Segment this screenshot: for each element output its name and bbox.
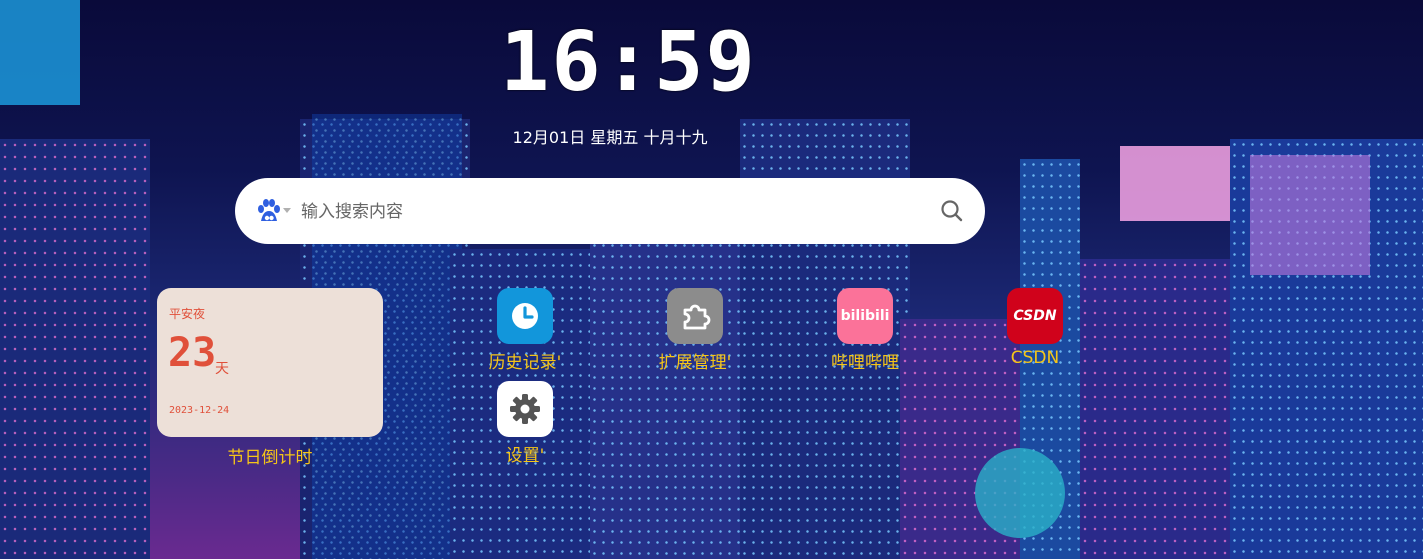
clock-icon — [497, 288, 553, 344]
app-label: CSDN — [1010, 348, 1060, 368]
days-unit: 天 — [215, 361, 229, 377]
wallpaper-building — [1080, 259, 1240, 559]
days-remaining: 23 — [168, 330, 217, 376]
holiday-date: 2023-12-24 — [169, 405, 230, 416]
countdown-label: 节日倒计时 — [227, 448, 313, 468]
csdn-logo-text: CSDN — [1013, 308, 1057, 324]
wallpaper-billboard — [0, 0, 80, 105]
holiday-name: 平安夜 — [169, 307, 206, 321]
wallpaper-sign — [975, 448, 1065, 538]
bilibili-icon: bilibili — [837, 288, 893, 344]
search-bar[interactable] — [235, 178, 985, 244]
app-label: 设置' — [505, 446, 545, 466]
wallpaper-billboard — [1120, 146, 1230, 221]
holiday-countdown-card[interactable]: 平安夜 23 天 2023-12-24 — [157, 288, 383, 437]
wallpaper-building — [590, 229, 740, 559]
puzzle-icon — [667, 288, 723, 344]
search-icon[interactable] — [939, 198, 965, 224]
baidu-icon[interactable] — [255, 197, 283, 225]
wallpaper-building — [0, 139, 150, 559]
chevron-down-icon[interactable] — [283, 208, 291, 213]
app-label: 历史记录' — [488, 353, 562, 373]
search-input[interactable] — [299, 196, 903, 228]
clock-date: 12月01日 星期五 十月十九 — [512, 128, 708, 147]
wallpaper-billboard — [1250, 155, 1370, 275]
bilibili-logo-text: bilibili — [840, 308, 890, 324]
app-label: 哔哩哔哩 — [831, 353, 899, 373]
gear-icon — [497, 381, 553, 437]
csdn-icon: CSDN — [1007, 288, 1063, 344]
app-label: 扩展管理' — [658, 353, 732, 373]
clock-time: 16:59 — [500, 15, 757, 110]
